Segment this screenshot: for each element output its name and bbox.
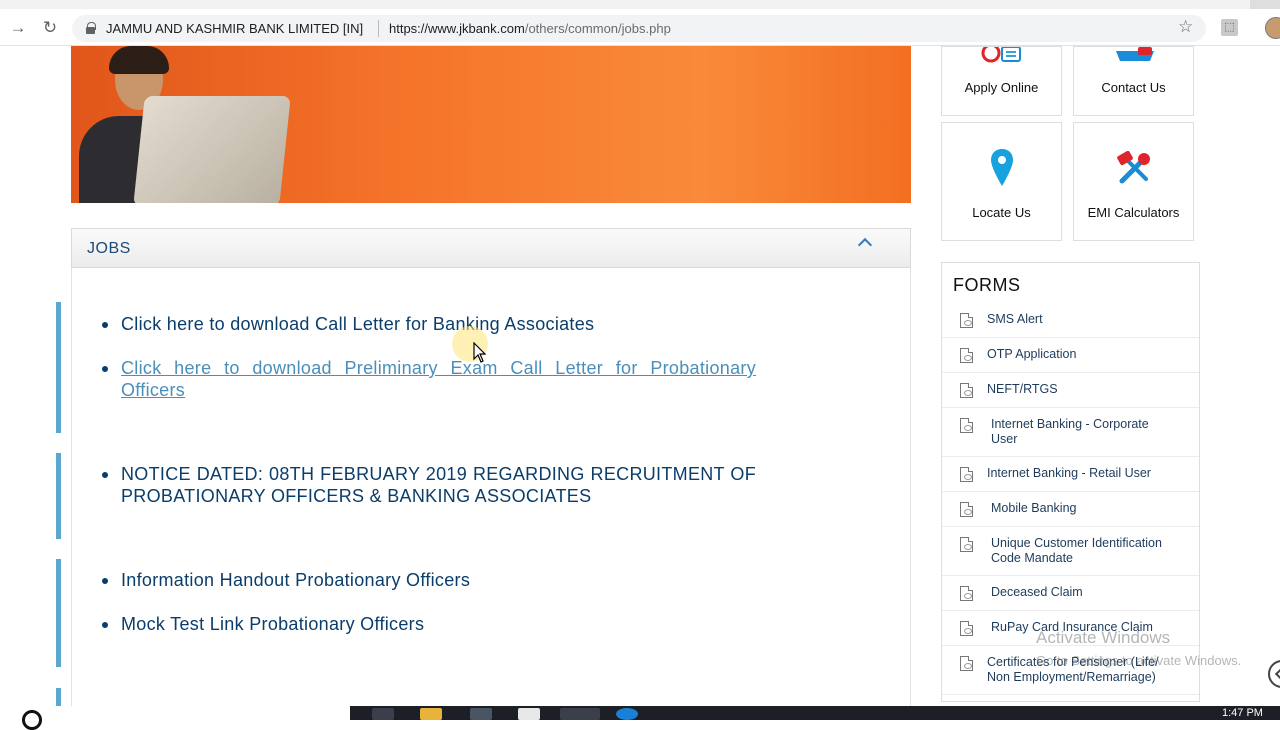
pdf-file-icon bbox=[960, 502, 973, 517]
jobs-block-3: Information Handout Probationary Officer… bbox=[56, 559, 756, 667]
taskbar-clock[interactable]: 1:47 PM bbox=[1222, 707, 1263, 719]
profile-avatar[interactable] bbox=[1265, 17, 1280, 39]
tile-label: Contact Us bbox=[1101, 80, 1166, 95]
pdf-extension-icon[interactable]: ⬚ bbox=[1221, 19, 1238, 36]
laptop-image bbox=[133, 96, 291, 203]
chrome-taskbar-icon[interactable] bbox=[560, 708, 600, 720]
tile-label: EMI Calculators bbox=[1087, 205, 1180, 220]
tile-apply-online[interactable]: Apply Online bbox=[941, 46, 1062, 116]
form-item-ib-retail[interactable]: Internet Banking - Retail User bbox=[942, 457, 1199, 492]
site-identity[interactable]: JAMMU AND KASHMIR BANK LIMITED [IN] bbox=[106, 21, 363, 36]
jobs-title: JOBS bbox=[87, 240, 131, 257]
tile-contact-us[interactable]: Contact Us bbox=[1073, 46, 1194, 116]
bookmark-star-icon[interactable]: ☆ bbox=[1178, 17, 1193, 37]
pdf-file-icon bbox=[960, 656, 973, 671]
jobs-block-1: Click here to download Call Letter for B… bbox=[56, 302, 756, 433]
form-item-neft-rtgs[interactable]: NEFT/RTGS bbox=[942, 373, 1199, 408]
tab-strip bbox=[0, 0, 1280, 9]
url-text[interactable]: https://www.jkbank.com/others/common/job… bbox=[389, 21, 671, 36]
form-item-otp-application[interactable]: OTP Application bbox=[942, 338, 1199, 373]
pdf-file-icon bbox=[960, 586, 973, 601]
pdf-file-icon bbox=[960, 467, 973, 482]
contact-icon bbox=[1116, 47, 1154, 61]
omnibox-separator bbox=[378, 20, 379, 37]
mail-icon[interactable] bbox=[518, 708, 540, 720]
lock-icon[interactable] bbox=[86, 22, 96, 34]
form-item-ucic-mandate[interactable]: Unique Customer Identification Code Mand… bbox=[942, 527, 1199, 576]
job-link-notice-feb-2019[interactable]: NOTICE DATED: 08TH FEBRUARY 2019 REGARDI… bbox=[102, 463, 756, 507]
pdf-file-icon bbox=[960, 313, 973, 328]
activation-watermark-subtitle: Go to Settings to activate Windows. bbox=[1036, 653, 1242, 668]
address-bar[interactable]: JAMMU AND KASHMIR BANK LIMITED [IN] http… bbox=[72, 15, 1206, 42]
activation-watermark-title: Activate Windows bbox=[1036, 628, 1171, 647]
form-item-deceased-claim[interactable]: Deceased Claim bbox=[942, 576, 1199, 611]
at-mail-icon bbox=[981, 47, 1021, 63]
taskbar-search-box[interactable] bbox=[0, 706, 350, 720]
form-item-ib-corporate[interactable]: Internet Banking - Corporate User bbox=[942, 408, 1199, 457]
task-view-icon[interactable] bbox=[372, 708, 394, 720]
form-item-mobile-banking[interactable]: Mobile Banking bbox=[942, 492, 1199, 527]
job-link-banking-associates-call-letter[interactable]: Click here to download Call Letter for B… bbox=[102, 313, 756, 335]
chevron-up-icon[interactable] bbox=[857, 237, 873, 253]
tile-locate-us[interactable]: Locate Us bbox=[941, 122, 1062, 241]
pdf-file-icon bbox=[960, 621, 973, 636]
search-icon bbox=[22, 710, 42, 730]
forward-icon[interactable]: → bbox=[8, 18, 28, 38]
active-tab[interactable] bbox=[0, 0, 1250, 9]
job-link-info-handout-po[interactable]: Information Handout Probationary Officer… bbox=[102, 569, 756, 591]
pdf-file-icon bbox=[960, 537, 973, 552]
jobs-accordion-header[interactable]: JOBS bbox=[71, 228, 911, 268]
map-pin-icon bbox=[991, 149, 1013, 186]
url-host: https://www.jkbank.com bbox=[389, 21, 525, 36]
pdf-file-icon bbox=[960, 348, 973, 363]
scroll-to-top-icon[interactable] bbox=[1268, 660, 1280, 688]
tile-label: Apply Online bbox=[964, 80, 1039, 95]
file-explorer-icon[interactable] bbox=[420, 708, 442, 720]
jobs-block-2: NOTICE DATED: 08TH FEBRUARY 2019 REGARDI… bbox=[56, 453, 756, 539]
reload-icon[interactable]: ↻ bbox=[40, 18, 60, 38]
tools-icon bbox=[1117, 151, 1150, 184]
pdf-file-icon bbox=[960, 383, 973, 398]
tile-label: Locate Us bbox=[972, 205, 1031, 220]
jobs-block-4-partial bbox=[56, 688, 756, 708]
hero-banner bbox=[71, 46, 911, 203]
pdf-file-icon bbox=[960, 418, 973, 433]
tile-emi-calculators[interactable]: EMI Calculators bbox=[1073, 122, 1194, 241]
form-item-sms-alert[interactable]: SMS Alert bbox=[942, 303, 1199, 338]
job-link-mock-test-po[interactable]: Mock Test Link Probationary Officers bbox=[102, 613, 756, 635]
forms-title: FORMS bbox=[953, 275, 1021, 295]
browser-toolbar: → ↻ JAMMU AND KASHMIR BANK LIMITED [IN] … bbox=[0, 0, 1280, 46]
url-path: /others/common/jobs.php bbox=[524, 21, 671, 36]
store-icon[interactable] bbox=[470, 708, 492, 720]
job-link-po-prelim-call-letter[interactable]: Click here to download Preliminary Exam … bbox=[102, 357, 756, 401]
edge-icon[interactable] bbox=[616, 708, 638, 720]
